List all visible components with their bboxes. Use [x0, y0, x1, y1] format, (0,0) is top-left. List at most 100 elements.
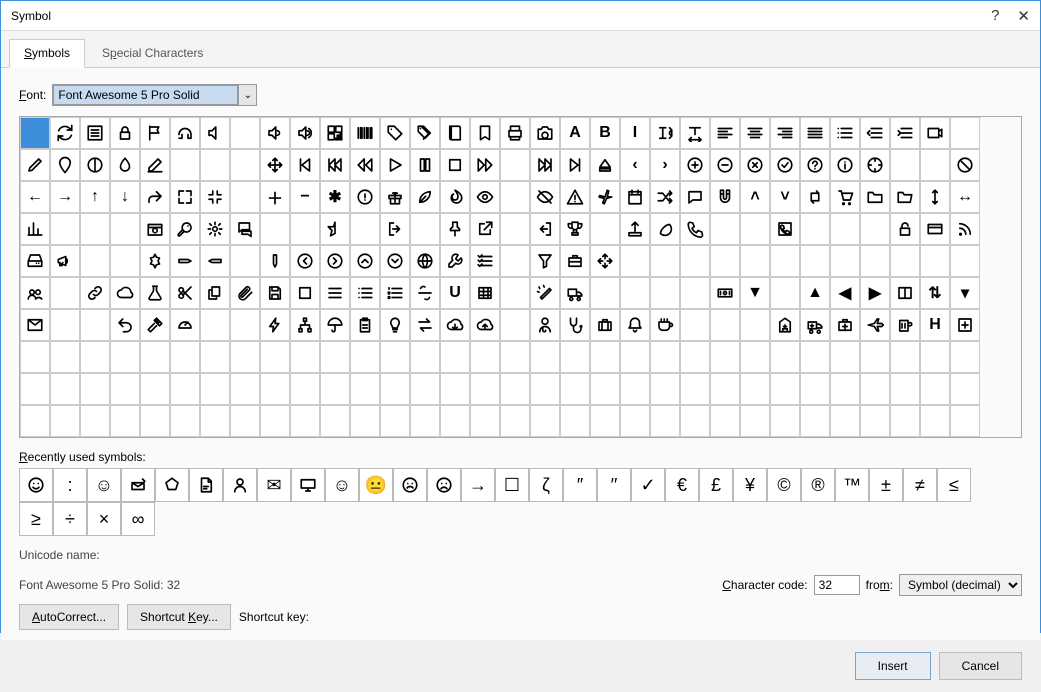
list-lines-icon[interactable]	[830, 117, 860, 149]
symbol-cell[interactable]	[260, 373, 290, 405]
outdent-icon[interactable]	[860, 117, 890, 149]
comment-icon[interactable]	[680, 181, 710, 213]
lemon-icon[interactable]	[650, 213, 680, 245]
symbol-cell[interactable]	[620, 373, 650, 405]
symbol-cell[interactable]	[680, 341, 710, 373]
symbol-cell[interactable]	[620, 245, 650, 277]
symbol-cell[interactable]	[140, 341, 170, 373]
symbol-cell[interactable]	[590, 277, 620, 309]
char-code-input[interactable]	[814, 575, 860, 595]
camera-retro-icon[interactable]	[140, 213, 170, 245]
symbol-cell[interactable]	[740, 309, 770, 341]
recent-double-prime-icon[interactable]: ″	[563, 468, 597, 502]
recent-pdf-icon[interactable]	[189, 468, 223, 502]
symbol-cell[interactable]	[440, 341, 470, 373]
arrow-circle-left-icon[interactable]	[290, 245, 320, 277]
arrow-circle-right-icon[interactable]	[320, 245, 350, 277]
symbol-cell[interactable]	[50, 277, 80, 309]
link-icon[interactable]	[80, 277, 110, 309]
bold-icon[interactable]: B	[590, 117, 620, 149]
symbol-cell[interactable]	[650, 405, 680, 437]
symbol-cell[interactable]	[770, 341, 800, 373]
adjust-icon[interactable]	[80, 149, 110, 181]
symbol-cell[interactable]	[920, 405, 950, 437]
symbol-cell[interactable]	[710, 341, 740, 373]
symbol-cell[interactable]	[50, 373, 80, 405]
symbol-cell[interactable]	[800, 405, 830, 437]
folder-open-icon[interactable]	[890, 181, 920, 213]
symbol-cell[interactable]	[200, 341, 230, 373]
arrow-down-icon[interactable]: ↓	[110, 181, 140, 213]
calendar-icon[interactable]	[620, 181, 650, 213]
symbol-cell[interactable]	[590, 213, 620, 245]
symbol-cell[interactable]	[500, 405, 530, 437]
symbol-cell[interactable]	[140, 373, 170, 405]
symbol-cell[interactable]	[200, 309, 230, 341]
question-circle-icon[interactable]	[800, 149, 830, 181]
arrow-left-icon[interactable]: ←	[20, 181, 50, 213]
beer-icon[interactable]	[890, 309, 920, 341]
symbol-cell[interactable]	[710, 309, 740, 341]
symbol-cell[interactable]	[50, 405, 80, 437]
bars-icon[interactable]	[320, 277, 350, 309]
filter-icon[interactable]	[530, 245, 560, 277]
step-forward-icon[interactable]	[560, 149, 590, 181]
arrows-alt-icon[interactable]	[590, 245, 620, 277]
chart-bar-icon[interactable]	[20, 213, 50, 245]
font-select[interactable]: Font Awesome 5 Pro Solid ⌄	[52, 84, 257, 106]
symbol-cell[interactable]	[230, 149, 260, 181]
symbol-cell[interactable]	[800, 213, 830, 245]
symbol-cell[interactable]	[500, 341, 530, 373]
symbol-cell[interactable]	[260, 405, 290, 437]
tint-icon[interactable]	[110, 149, 140, 181]
recent-smile-face-icon[interactable]	[19, 468, 53, 502]
symbol-cell[interactable]	[860, 405, 890, 437]
help-button[interactable]: ?	[991, 7, 999, 24]
bolt-icon[interactable]	[260, 309, 290, 341]
hdd-icon[interactable]	[20, 245, 50, 277]
key-icon[interactable]	[170, 213, 200, 245]
symbol-cell[interactable]	[890, 149, 920, 181]
recent-times-icon[interactable]: ×	[87, 502, 121, 536]
symbol-cell[interactable]	[710, 373, 740, 405]
caret-up-icon[interactable]: ▲	[800, 277, 830, 309]
ban-icon[interactable]	[950, 149, 980, 181]
user-md-icon[interactable]	[530, 309, 560, 341]
symbol-cell[interactable]	[620, 405, 650, 437]
symbol-cell[interactable]	[320, 341, 350, 373]
step-backward-icon[interactable]	[290, 149, 320, 181]
folder-icon[interactable]	[860, 181, 890, 213]
arrow-up-icon[interactable]: ↑	[80, 181, 110, 213]
phone-square-icon[interactable]	[770, 213, 800, 245]
chevron-down-icon[interactable]: ˅	[770, 181, 800, 213]
columns-icon[interactable]	[890, 277, 920, 309]
from-select[interactable]: Symbol (decimal)	[899, 574, 1022, 596]
symbol-cell[interactable]	[770, 245, 800, 277]
symbol-cell[interactable]	[110, 245, 140, 277]
symbol-cell[interactable]	[290, 341, 320, 373]
recent-registered-icon[interactable]: ®	[801, 468, 835, 502]
recent-gte-icon[interactable]: ≥	[19, 502, 53, 536]
map-marker-icon[interactable]	[50, 149, 80, 181]
trophy-icon[interactable]	[560, 213, 590, 245]
symbol-cell[interactable]	[350, 405, 380, 437]
symbol-cell[interactable]	[530, 405, 560, 437]
recent-infinity-icon[interactable]: ∞	[121, 502, 155, 536]
text-height-icon[interactable]	[650, 117, 680, 149]
symbol-cell[interactable]	[440, 405, 470, 437]
symbol-cell[interactable]	[500, 277, 530, 309]
symbol-cell[interactable]	[590, 373, 620, 405]
list-ol-icon[interactable]	[380, 277, 410, 309]
edit-icon[interactable]	[140, 149, 170, 181]
cancel-button[interactable]: Cancel	[939, 652, 1022, 680]
sign-in-icon[interactable]	[530, 213, 560, 245]
copy-icon[interactable]	[200, 277, 230, 309]
symbol-cell[interactable]	[50, 341, 80, 373]
tachometer-icon[interactable]	[170, 309, 200, 341]
symbol-cell[interactable]	[350, 341, 380, 373]
recent-square-outline-icon[interactable]: ☐	[495, 468, 529, 502]
gavel-icon[interactable]	[140, 309, 170, 341]
recent-yen-icon[interactable]: ¥	[733, 468, 767, 502]
chevron-left-icon[interactable]: ‹	[620, 149, 650, 181]
hospital-icon[interactable]	[770, 309, 800, 341]
